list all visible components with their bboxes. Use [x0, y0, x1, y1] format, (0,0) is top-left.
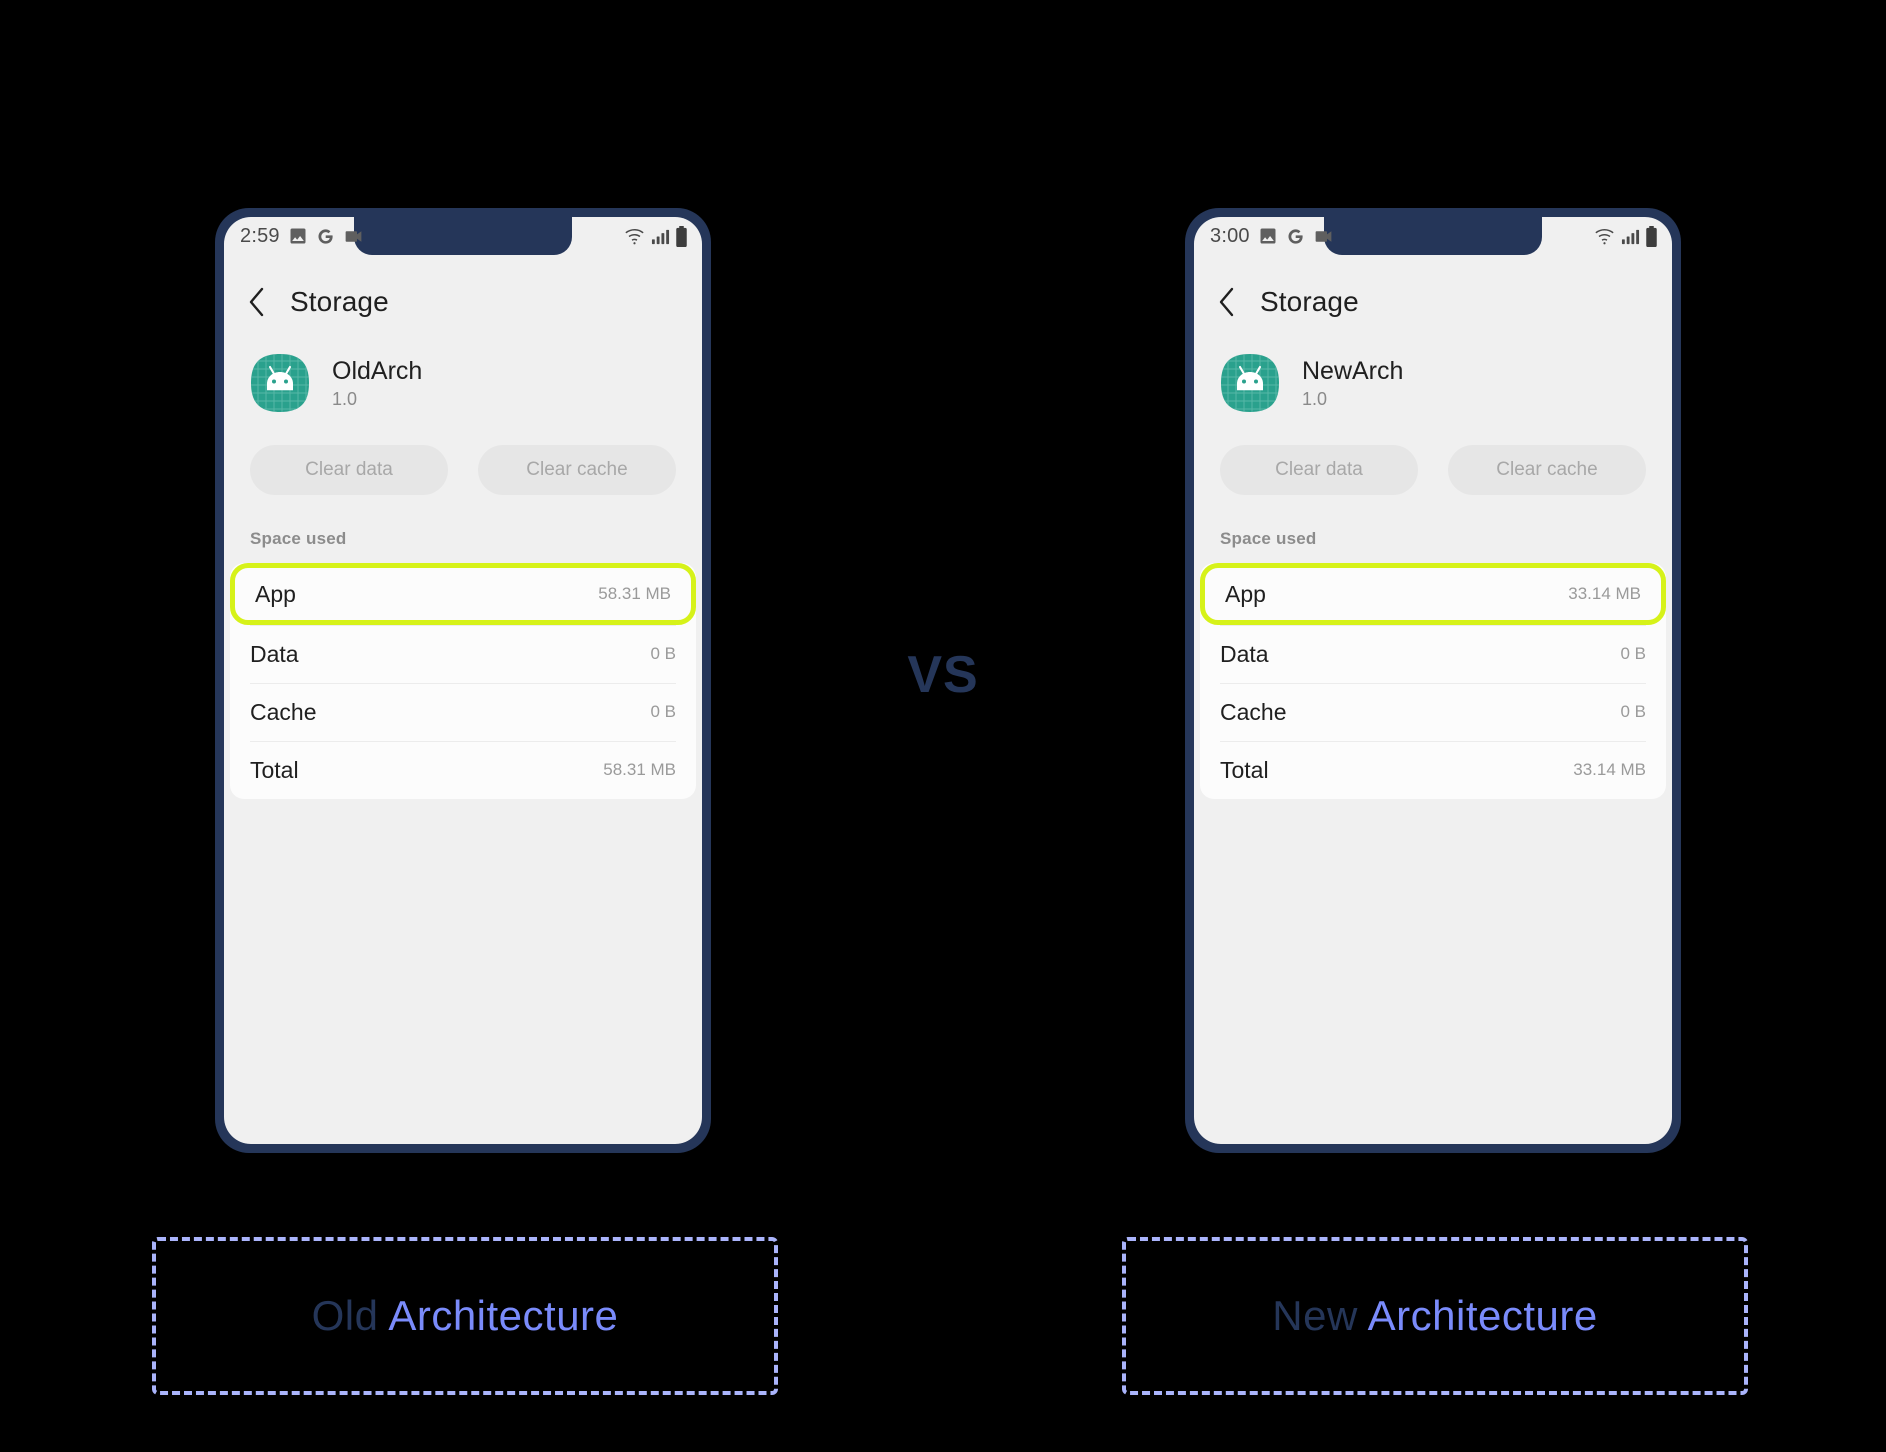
app-version: 1.0 [1302, 388, 1328, 409]
app-bar: Storage [1194, 255, 1672, 327]
table-row-cache[interactable]: Cache 0 B [1200, 683, 1666, 741]
app-meta: NewArch 1.0 [1302, 357, 1403, 410]
caption-box-new: New Architecture [1122, 1237, 1748, 1395]
status-bar: 2:59 [224, 217, 702, 255]
row-value: 33.14 MB [1568, 584, 1641, 603]
row-value: 0 B [1620, 702, 1646, 721]
app-name: NewArch [1302, 356, 1404, 385]
caption-word-new: New [1272, 1292, 1358, 1339]
row-value: 33.14 MB [1573, 760, 1646, 779]
android-robot-icon [1221, 354, 1279, 412]
page-title: Storage [290, 286, 389, 317]
status-time: 2:59 [240, 224, 280, 247]
google-icon [318, 228, 333, 244]
table-row-app[interactable]: App 58.31 MB [230, 563, 696, 625]
cellular-signal-icon [651, 229, 670, 244]
caption-new: New Architecture [1272, 1292, 1597, 1340]
caption-box-old: Old Architecture [152, 1237, 778, 1395]
app-name: OldArch [332, 356, 423, 385]
row-label: Total [1220, 756, 1269, 783]
image-icon [290, 228, 306, 244]
row-label: Data [1220, 640, 1269, 667]
status-bar-right [623, 225, 688, 247]
app-identity-row: NewArch 1.0 [1194, 327, 1672, 413]
caption-word-architecture: Architecture [388, 1292, 619, 1339]
app-version: 1.0 [332, 388, 358, 409]
video-camera-icon [345, 230, 362, 242]
page-title: Storage [1260, 286, 1359, 317]
clear-buttons-row: Clear data Clear cache [224, 413, 702, 495]
space-used-label: Space used [250, 529, 347, 548]
app-identity-row: OldArch 1.0 [224, 327, 702, 413]
status-bar-right [1593, 225, 1658, 247]
android-robot-icon [251, 354, 309, 412]
row-value: 58.31 MB [603, 760, 676, 779]
chevron-left-icon[interactable] [1216, 285, 1238, 319]
wifi-icon [1595, 229, 1614, 245]
table-row-app[interactable]: App 33.14 MB [1200, 563, 1666, 625]
status-bar-left: 2:59 [240, 225, 364, 248]
status-time: 3:00 [1210, 224, 1250, 247]
space-used-card: App 33.14 MB Data 0 B Cache 0 B Total 33… [1200, 563, 1666, 799]
wifi-icon [625, 229, 644, 245]
battery-icon [676, 225, 687, 247]
clear-buttons-row: Clear data Clear cache [1194, 413, 1672, 495]
row-label: Cache [1220, 698, 1287, 725]
clear-data-button[interactable]: Clear data [1220, 445, 1418, 495]
row-value: 0 B [1620, 644, 1646, 663]
status-bar: 3:00 [1194, 217, 1672, 255]
table-row-data[interactable]: Data 0 B [1200, 625, 1666, 683]
row-label: App [1225, 580, 1266, 607]
app-meta: OldArch 1.0 [332, 357, 422, 410]
phone-mockup-new: 3:00 Storage NewArch 1.0 Clear data Clea… [1185, 208, 1681, 1153]
row-value: 58.31 MB [598, 584, 671, 603]
chevron-left-icon[interactable] [246, 285, 268, 319]
row-label: App [255, 580, 296, 607]
app-bar: Storage [224, 255, 702, 327]
video-camera-icon [1315, 230, 1332, 242]
row-value: 0 B [650, 702, 676, 721]
google-icon [1288, 228, 1303, 244]
clear-data-button[interactable]: Clear data [250, 445, 448, 495]
phone-screen: 3:00 Storage NewArch 1.0 Clear data Clea… [1194, 217, 1672, 1144]
table-row-total[interactable]: Total 58.31 MB [230, 741, 696, 799]
caption-word-architecture: Architecture [1367, 1292, 1598, 1339]
status-bar-left: 3:00 [1210, 225, 1334, 248]
space-used-label: Space used [1220, 529, 1317, 548]
clear-cache-button[interactable]: Clear cache [478, 445, 676, 495]
caption-old: Old Architecture [312, 1292, 619, 1340]
caption-word-old: Old [311, 1292, 379, 1339]
clear-cache-button[interactable]: Clear cache [1448, 445, 1646, 495]
table-row-total[interactable]: Total 33.14 MB [1200, 741, 1666, 799]
image-icon [1260, 228, 1276, 244]
comparison-stage: 2:59 Storage OldArch 1.0 Clear data Clea… [0, 0, 1886, 1452]
row-label: Total [250, 756, 299, 783]
cellular-signal-icon [1621, 229, 1640, 244]
battery-icon [1646, 225, 1657, 247]
